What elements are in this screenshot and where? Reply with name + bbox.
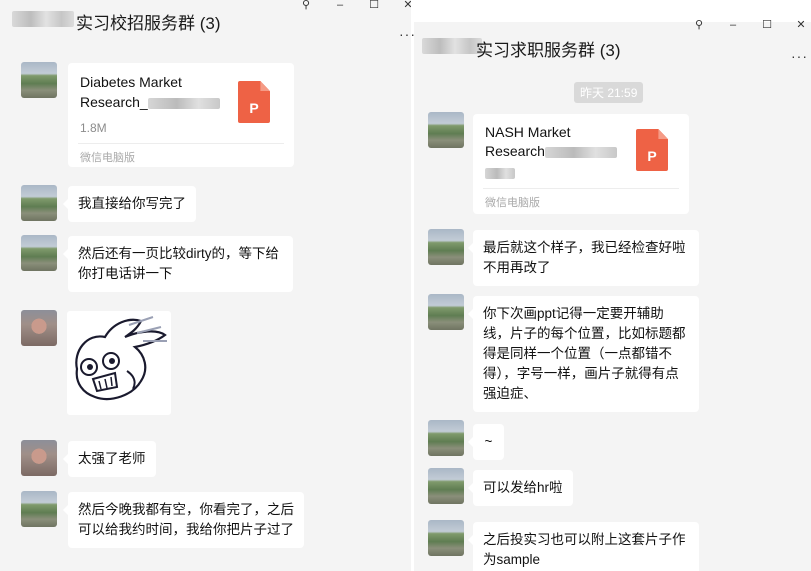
maximize-icon[interactable]: ☐ xyxy=(357,0,391,14)
blurred-file-size xyxy=(485,168,515,179)
minimize-icon[interactable]: – xyxy=(323,0,357,14)
avatar[interactable] xyxy=(21,491,57,527)
pin-icon[interactable]: ⚲ xyxy=(682,20,716,34)
file-divider xyxy=(483,188,679,189)
blurred-file-name xyxy=(147,97,220,109)
more-options-icon[interactable]: ··· xyxy=(399,26,416,42)
blurred-title-prefix xyxy=(422,38,482,54)
message-bubble[interactable]: 可以发给hr啦 xyxy=(468,470,573,506)
message-text: 之后投实习也可以附上这套片子作为sample xyxy=(483,532,686,567)
file-name-line1: NASH Market xyxy=(485,124,571,140)
avatar[interactable] xyxy=(428,420,464,456)
minimize-icon[interactable]: – xyxy=(716,20,750,34)
file-name-text: Research xyxy=(485,143,545,159)
avatar[interactable] xyxy=(428,468,464,504)
file-size: 1.8M xyxy=(80,121,107,135)
file-message-card[interactable]: NASH Market Research 微信电脑版 P xyxy=(473,114,689,214)
chat-title: 实习校招服务群 (3) xyxy=(76,14,221,33)
blurred-title-prefix xyxy=(12,11,74,27)
message-bubble[interactable]: 最后就这个样子，我已经检查好啦不用再改了 xyxy=(468,230,699,286)
timestamp: 昨天 21:59 xyxy=(574,82,644,103)
message-text: 然后还有一页比较dirty的，等下给你打电话讲一下 xyxy=(78,246,280,281)
message-text: 可以发给hr啦 xyxy=(483,480,563,495)
avatar[interactable] xyxy=(428,112,464,148)
file-divider xyxy=(78,143,284,144)
rabbit-sticker-icon xyxy=(75,316,167,401)
close-icon[interactable]: ✕ xyxy=(391,0,411,14)
message-bubble[interactable]: 太强了老师 xyxy=(63,441,156,477)
avatar[interactable] xyxy=(21,235,57,271)
message-bubble[interactable]: 我直接给你写完了 xyxy=(63,186,196,222)
file-source: 微信电脑版 xyxy=(80,152,135,164)
message-bubble[interactable]: 你下次画ppt记得一定要开辅助线，片子的每个位置，比如标题都得是同样一个位置（一… xyxy=(468,296,699,412)
file-source: 微信电脑版 xyxy=(485,197,540,209)
window-controls: ⚲ – ☐ ✕ xyxy=(682,20,811,34)
window-controls: ⚲ – ☐ ✕ xyxy=(289,0,411,14)
avatar[interactable] xyxy=(21,440,57,476)
chat-window-right: 实习求职服务群 (3) 昨天 21:59 NASH Market Researc… xyxy=(414,22,811,571)
more-options-icon[interactable]: ··· xyxy=(791,48,808,64)
message-text: 最后就这个样子，我已经检查好啦不用再改了 xyxy=(483,240,686,275)
chat-title: 实习求职服务群 (3) xyxy=(476,41,621,60)
message-bubble[interactable]: ~ xyxy=(468,424,504,460)
avatar[interactable] xyxy=(428,294,464,330)
avatar[interactable] xyxy=(21,62,57,98)
file-name-line1: Diabetes Market xyxy=(80,74,182,90)
message-bubble[interactable]: 然后还有一页比较dirty的，等下给你打电话讲一下 xyxy=(63,236,293,292)
title-bar: 实习校招服务群 (3) ⚲ – ☐ ✕ xyxy=(0,0,411,46)
message-text: 你下次画ppt记得一定要开辅助线，片子的每个位置，比如标题都得是同样一个位置（一… xyxy=(483,306,686,401)
message-text: ~ xyxy=(484,434,493,449)
avatar[interactable] xyxy=(21,310,57,346)
sticker-image[interactable] xyxy=(67,311,171,415)
avatar[interactable] xyxy=(428,520,464,556)
avatar[interactable] xyxy=(428,229,464,265)
ppt-letter: P xyxy=(647,148,657,164)
blurred-file-name xyxy=(544,146,617,158)
avatar[interactable] xyxy=(21,185,57,221)
file-name-line2: Research_ xyxy=(80,93,220,112)
pin-icon[interactable]: ⚲ xyxy=(289,0,323,14)
maximize-icon[interactable]: ☐ xyxy=(750,20,784,34)
close-icon[interactable]: ✕ xyxy=(784,20,811,34)
message-bubble[interactable]: 然后今晚我都有空，你看完了，之后可以给我约时间，我给你把片子过了 xyxy=(63,492,304,548)
ppt-file-icon: P xyxy=(636,129,668,171)
message-text: 太强了老师 xyxy=(78,451,146,466)
chat-window-left: 实习校招服务群 (3) ⚲ – ☐ ✕ Diabetes Market Rese… xyxy=(0,0,411,571)
message-text: 我直接给你写完了 xyxy=(78,196,186,211)
ppt-file-icon: P xyxy=(238,81,270,123)
ppt-letter: P xyxy=(249,100,259,116)
message-bubble[interactable]: 之后投实习也可以附上这套片子作为sample xyxy=(468,522,699,571)
file-name-line2: Research xyxy=(485,142,617,161)
file-name-text: Research_ xyxy=(80,94,148,110)
file-message-card[interactable]: Diabetes Market Research_ 1.8M 微信电脑版 P xyxy=(68,63,294,167)
message-text: 然后今晚我都有空，你看完了，之后可以给我约时间，我给你把片子过了 xyxy=(78,502,294,537)
